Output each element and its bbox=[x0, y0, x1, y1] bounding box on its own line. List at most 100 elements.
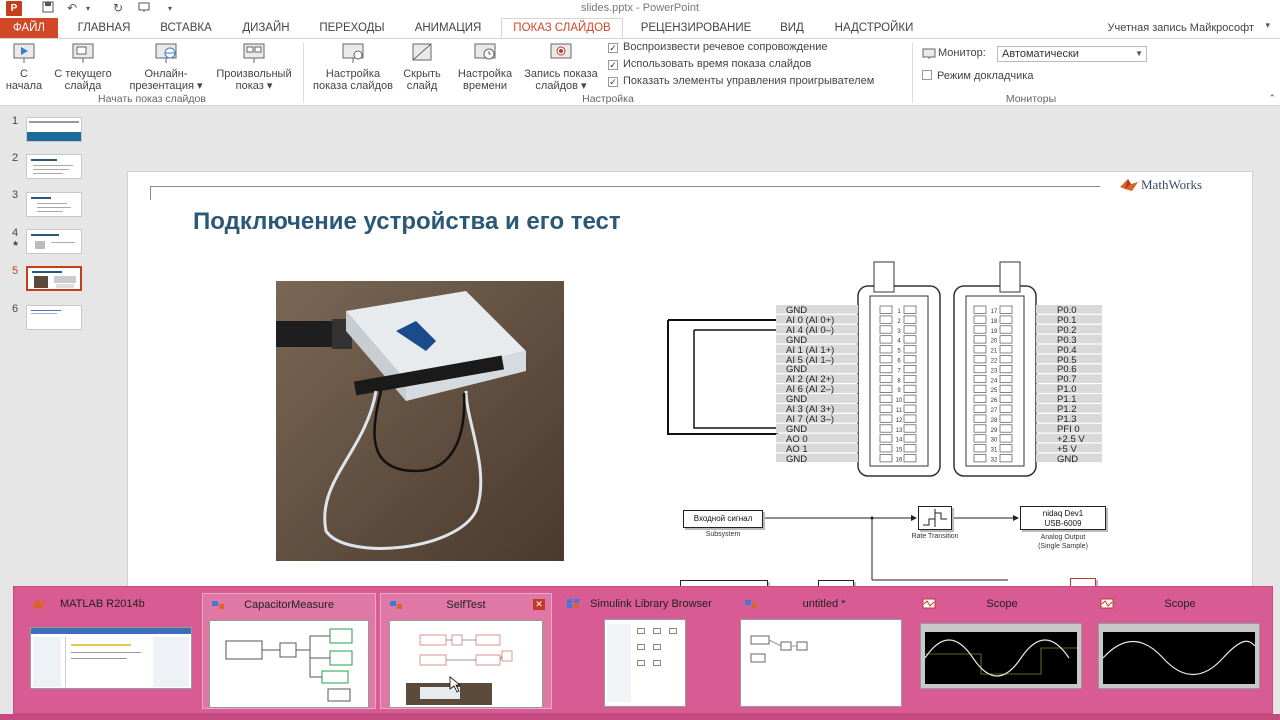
use-timings-checkbox[interactable]: ✓ Использовать время показа слайдов bbox=[608, 58, 811, 70]
custom-show-button[interactable]: Произвольный показ ▾ bbox=[210, 41, 298, 92]
monitor-label: Монитор: bbox=[938, 47, 986, 59]
close-icon[interactable]: ✕ bbox=[533, 599, 545, 610]
pin-terminal bbox=[903, 434, 917, 443]
pin-number: 29 bbox=[991, 428, 998, 434]
pin-terminal bbox=[973, 394, 987, 403]
ribbon: С начала С текущего слайда Онлайн- презе… bbox=[0, 38, 1280, 106]
rate-transition-block[interactable] bbox=[918, 506, 952, 530]
sine-wave-plot-image bbox=[924, 632, 1077, 684]
pin-label-right: +2.5 V bbox=[1057, 433, 1085, 445]
slide-thumbnail-4[interactable] bbox=[26, 229, 82, 254]
pin-terminal bbox=[999, 365, 1013, 374]
collapse-ribbon-icon[interactable]: ⌃ bbox=[1268, 93, 1276, 104]
slide-thumbnail-2[interactable] bbox=[26, 154, 82, 179]
window-thumb-scope-2[interactable]: Scope bbox=[1092, 593, 1268, 709]
online-presentation-button[interactable]: Онлайн- презентация ▾ bbox=[124, 41, 208, 92]
tab-slide-show[interactable]: ПОКАЗ СЛАЙДОВ bbox=[501, 18, 623, 38]
taskbar-edge bbox=[0, 714, 1280, 720]
pin-terminal bbox=[973, 414, 987, 423]
pin-label-right: P0.2 bbox=[1057, 324, 1077, 336]
pin-label-left: AI 3 (AI 3+) bbox=[786, 404, 835, 415]
thumb-number: 4 bbox=[12, 227, 19, 239]
selftest-preview bbox=[389, 620, 543, 708]
pin-label-right: P0.3 bbox=[1057, 334, 1077, 346]
untitled-preview bbox=[740, 619, 902, 707]
checkbox-icon bbox=[922, 70, 932, 80]
slide-thumbnail-5[interactable] bbox=[26, 266, 82, 291]
pin-terminal bbox=[973, 424, 987, 433]
window-thumb-matlab[interactable]: MATLAB R2014b bbox=[22, 593, 198, 709]
window-thumb-selftest[interactable]: SelfTest ✕ bbox=[380, 593, 552, 709]
window-thumb-scope-1[interactable]: Scope bbox=[914, 593, 1090, 709]
slide-title[interactable]: Подключение устройства и его тест bbox=[193, 208, 621, 236]
window-thumb-library-browser[interactable]: Simulink Library Browser bbox=[558, 593, 734, 709]
pin-label-left: GND bbox=[786, 394, 808, 406]
pin-terminal bbox=[879, 305, 893, 314]
tab-design[interactable]: ДИЗАЙН bbox=[228, 18, 304, 38]
pin-number: 30 bbox=[991, 438, 998, 444]
pin-terminal bbox=[973, 325, 987, 334]
record-slide-show-button[interactable]: Запись показа слайдов ▾ bbox=[518, 41, 604, 92]
slide-thumbnail-1[interactable] bbox=[26, 117, 82, 142]
pin-terminal bbox=[903, 384, 917, 393]
pin-number: 25 bbox=[991, 388, 998, 394]
pin-label-left: GND bbox=[786, 305, 808, 316]
monitor-select[interactable]: Автоматически ▼ bbox=[997, 46, 1147, 62]
hide-slide-button[interactable]: Скрыть слайд bbox=[398, 41, 446, 92]
window-title: slides.pptx - PowerPoint bbox=[581, 2, 699, 14]
pin-terminal bbox=[879, 325, 893, 334]
pin-label-left: AI 5 (AI 1–) bbox=[786, 354, 835, 366]
pin-number: 23 bbox=[991, 368, 998, 374]
from-current-slide-button[interactable]: С текущего слайда bbox=[48, 41, 118, 92]
from-beginning-button[interactable]: С начала bbox=[2, 41, 46, 92]
thumb-number: 6 bbox=[12, 303, 19, 315]
pin-terminal bbox=[903, 374, 917, 384]
slide-thumbnail-3[interactable] bbox=[26, 192, 82, 217]
simulink-model-preview-image bbox=[225, 628, 353, 702]
animation-star-icon: ★ bbox=[12, 239, 20, 248]
pin-terminal bbox=[879, 394, 893, 403]
checkbox-icon: ✓ bbox=[608, 60, 618, 70]
tab-home[interactable]: ГЛАВНАЯ bbox=[64, 18, 144, 38]
simulink-model: Входной сигнал Subsystem Rate Transition… bbox=[668, 502, 1168, 592]
presenter-view-checkbox[interactable]: Режим докладчика bbox=[922, 70, 1033, 82]
slide-canvas[interactable]: MathWorks Подключение устройства и его т… bbox=[127, 171, 1253, 592]
pin-number: 15 bbox=[896, 448, 903, 454]
group-label-monitors: Мониторы bbox=[1005, 93, 1057, 105]
pin-terminal bbox=[999, 444, 1013, 453]
input-signal-block[interactable]: Входной сигнал bbox=[683, 510, 763, 528]
tab-transitions[interactable]: ПЕРЕХОДЫ bbox=[308, 18, 396, 38]
group-label-start-show: Начать показ слайдов bbox=[98, 93, 206, 105]
subsystem-caption: Subsystem bbox=[705, 531, 741, 538]
pin-terminal bbox=[999, 355, 1013, 364]
pin-terminal bbox=[879, 365, 893, 374]
rehearse-timings-button[interactable]: Настройка времени bbox=[452, 41, 518, 92]
globe-icon bbox=[155, 43, 177, 63]
analog-output-block[interactable]: nidaq Dev1 USB-6009 bbox=[1020, 506, 1106, 530]
device-photo[interactable] bbox=[276, 281, 564, 561]
tab-review[interactable]: РЕЦЕНЗИРОВАНИЕ bbox=[628, 18, 764, 38]
membrane-logo-icon bbox=[1120, 179, 1138, 191]
window-thumb-untitled[interactable]: untitled * bbox=[736, 593, 912, 709]
pin-terminal bbox=[903, 365, 917, 374]
play-narrations-checkbox[interactable]: ✓ Воспроизвести речевое сопровождение bbox=[608, 41, 828, 53]
tab-file[interactable]: ФАЙЛ bbox=[0, 18, 58, 38]
tab-insert[interactable]: ВСТАВКА bbox=[148, 18, 224, 38]
pin-label-left: AI 7 (AI 3–) bbox=[786, 413, 835, 425]
setup-slide-show-button[interactable]: Настройка показа слайдов bbox=[308, 41, 398, 92]
pin-label-right: P0.0 bbox=[1057, 305, 1077, 316]
tab-view[interactable]: ВИД bbox=[768, 18, 816, 38]
tab-addins[interactable]: НАДСТРОЙКИ bbox=[820, 18, 928, 38]
pin-terminal bbox=[903, 454, 917, 463]
pin-terminal bbox=[999, 404, 1013, 413]
window-thumb-capacitormeasure[interactable]: CapacitorMeasure bbox=[202, 593, 376, 709]
pin-terminal bbox=[879, 374, 893, 384]
tab-animations[interactable]: АНИМАЦИЯ bbox=[400, 18, 496, 38]
account-label[interactable]: Учетная запись Майкрософт bbox=[1108, 18, 1254, 38]
pin-terminal bbox=[999, 335, 1013, 344]
show-media-controls-checkbox[interactable]: ✓ Показать элементы управления проигрыват… bbox=[608, 75, 874, 87]
pin-terminal bbox=[973, 355, 987, 364]
pin-number: 18 bbox=[991, 319, 998, 325]
account-dropdown-icon[interactable]: ▾ bbox=[1265, 20, 1270, 31]
slide-thumbnail-6[interactable] bbox=[26, 305, 82, 330]
